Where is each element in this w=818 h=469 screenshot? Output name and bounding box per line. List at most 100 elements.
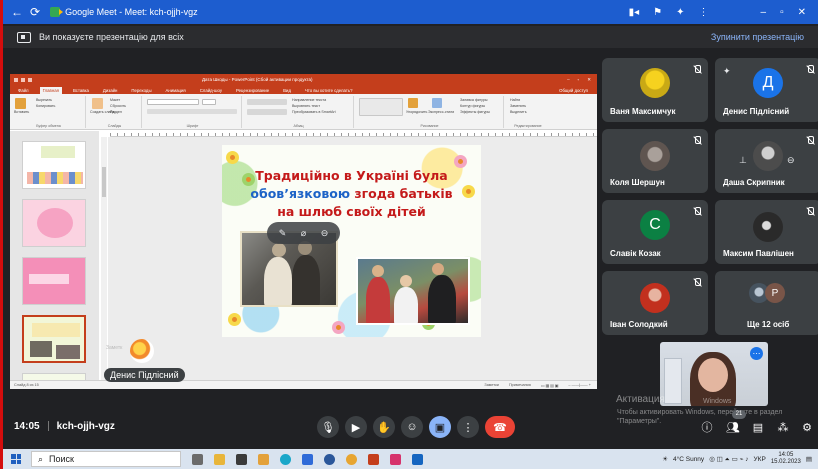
edge-icon[interactable] (280, 453, 291, 465)
microphone-button[interactable]: 🎙︎ (317, 416, 339, 438)
notes-button[interactable]: Заметки (484, 383, 499, 388)
more-participants-tile[interactable]: Р Ще 12 осіб (715, 271, 818, 335)
chat-button[interactable]: ▤ (751, 420, 765, 434)
new-slide-icon[interactable] (92, 98, 103, 109)
layout-label[interactable]: Макет (110, 98, 120, 102)
arrange-icon[interactable] (408, 98, 418, 108)
ppt-menu-item[interactable]: Переходы (128, 87, 154, 94)
folder-icon[interactable] (258, 453, 269, 465)
menu-dots-icon[interactable]: ⋮ (699, 7, 709, 18)
shape-fill-label[interactable]: Заливка фигуры (460, 98, 487, 102)
end-call-button[interactable]: ☎ (485, 416, 515, 438)
copy-label[interactable]: Копировать (36, 104, 55, 108)
align-text-label[interactable]: Выровнять текст (292, 104, 320, 108)
remove-icon[interactable]: ⊖ (787, 155, 795, 166)
ppt-maximize-icon[interactable]: ▫ (578, 77, 580, 83)
word-icon[interactable] (412, 453, 423, 465)
align-buttons[interactable] (247, 109, 287, 115)
present-button[interactable]: ▣ (429, 416, 451, 438)
participant-tile[interactable]: Максим Павлішен (715, 200, 818, 264)
ppt-tell-me[interactable]: Что вы хотите сделать? (302, 87, 356, 94)
ppt-menu-item[interactable]: Слайд-шоу (197, 87, 225, 94)
ppt-menu-item[interactable]: Файл (15, 87, 32, 94)
participant-tile[interactable]: Коля Шершун (602, 129, 708, 193)
redo-icon[interactable] (28, 77, 32, 82)
app-icon[interactable] (324, 453, 335, 465)
pin-icon[interactable]: ✎ (277, 228, 288, 239)
ppt-menu-item[interactable]: Рецензирование (233, 87, 272, 94)
minimize-icon[interactable]: – (761, 7, 767, 18)
store-icon[interactable] (236, 453, 247, 465)
select-label[interactable]: Выделить (510, 110, 527, 114)
app-icon[interactable] (302, 453, 313, 465)
shape-outline-label[interactable]: Контур фигуры (460, 104, 485, 108)
more-options-button[interactable]: ⋮ (457, 416, 479, 438)
taskbar-search[interactable]: ⌕ Поиск (31, 451, 181, 467)
section-label[interactable]: Раздел (110, 110, 122, 114)
ppt-minimize-icon[interactable]: – (567, 77, 570, 83)
close-icon[interactable]: ✕ (798, 7, 806, 18)
start-button[interactable] (11, 454, 21, 464)
shape-effects-label[interactable]: Эффекты фигуры (460, 110, 490, 114)
ppt-close-icon[interactable]: ✕ (587, 77, 591, 83)
slide-thumbnail-current[interactable] (22, 315, 86, 363)
remove-icon[interactable]: ⊖ (319, 228, 330, 239)
file-explorer-icon[interactable] (214, 453, 225, 465)
maximize-icon[interactable]: ▫ (780, 7, 784, 18)
stop-presenting-button[interactable]: Зупинити презентацію (711, 32, 804, 42)
reset-label[interactable]: Сбросить (110, 104, 126, 108)
scrollbar-thumb[interactable] (102, 167, 106, 197)
list-buttons[interactable] (247, 99, 287, 105)
participant-tile[interactable]: Д ✦ Денис Підлісний (715, 58, 818, 122)
people-button[interactable]: 👥︎ (726, 420, 740, 434)
powerpoint-icon[interactable] (368, 453, 379, 465)
emoji-button[interactable]: ☺ (401, 416, 423, 438)
weather-text[interactable]: 4°C Sunny (673, 456, 704, 463)
ppt-menu-item[interactable]: Вид (280, 87, 294, 94)
view-buttons[interactable]: ▭ ▦ ▤ ▣ (541, 383, 559, 388)
arrange-label[interactable]: Упорядочить (406, 110, 427, 114)
text-direction-label[interactable]: Направление текста (292, 98, 326, 102)
notifications-icon[interactable]: ▤ (806, 455, 812, 463)
participant-tile[interactable]: Іван Солодкий (602, 271, 708, 335)
ppt-menu-item[interactable]: Главная (39, 87, 62, 94)
shapes-gallery[interactable] (359, 98, 403, 116)
ppt-menu-item[interactable]: Анимация (163, 87, 189, 94)
ppt-share-button[interactable]: Общий доступ (556, 87, 591, 94)
font-size-select[interactable] (202, 99, 216, 105)
pin-icon[interactable]: ⊥ (739, 155, 747, 166)
slide-thumbnail[interactable] (22, 141, 86, 189)
zoom-slider[interactable]: – ——|—— + (568, 383, 591, 388)
extension-icon[interactable]: ⚑ (653, 7, 662, 18)
activities-button[interactable]: ⁂ (776, 420, 790, 434)
font-format-buttons[interactable] (147, 109, 237, 114)
task-view-icon[interactable] (192, 453, 203, 465)
camera-status-icon[interactable]: ▮◂ (629, 7, 640, 18)
ppt-menu-item[interactable]: Дизайн (100, 87, 120, 94)
self-view[interactable]: ⋯ (660, 342, 768, 406)
slide-thumbnail[interactable] (22, 257, 86, 305)
pin-icon[interactable]: ✦ (676, 7, 684, 18)
smartart-label[interactable]: Преобразовать в SmartArt (292, 110, 336, 114)
more-options-icon[interactable]: ⋯ (750, 347, 763, 360)
thumbnail-scrollbar[interactable] (101, 137, 107, 380)
chrome-icon[interactable] (346, 453, 357, 465)
slide-thumbnail[interactable] (22, 199, 86, 247)
quick-styles-label[interactable]: Экспресс-стили (428, 110, 454, 114)
taskbar-clock[interactable]: 14:05 15.02.2023 (771, 452, 801, 466)
ppt-menu-item[interactable]: Вставка (70, 87, 92, 94)
cut-label[interactable]: Вырезать (36, 98, 52, 102)
font-name-select[interactable] (147, 99, 199, 105)
slide-thumbnail[interactable] (22, 373, 86, 380)
paste-label[interactable]: Вставить (14, 110, 29, 114)
mute-icon[interactable]: ⌀ (298, 228, 309, 239)
back-icon[interactable]: ← (11, 5, 23, 19)
comments-button[interactable]: Примечания (509, 383, 531, 388)
participant-tile[interactable]: С Славік Козак (602, 200, 708, 264)
meeting-details-button[interactable]: ⓘ (700, 420, 714, 434)
save-icon[interactable] (14, 77, 18, 82)
participant-tile[interactable]: ⊥ ⊖ Даша Скрипник (715, 129, 818, 193)
paste-icon[interactable] (15, 98, 26, 109)
quick-styles-icon[interactable] (432, 98, 442, 108)
tray-icons[interactable]: ◎ ◫ ⏶ ▭ ⌁ ♪ (709, 455, 748, 464)
